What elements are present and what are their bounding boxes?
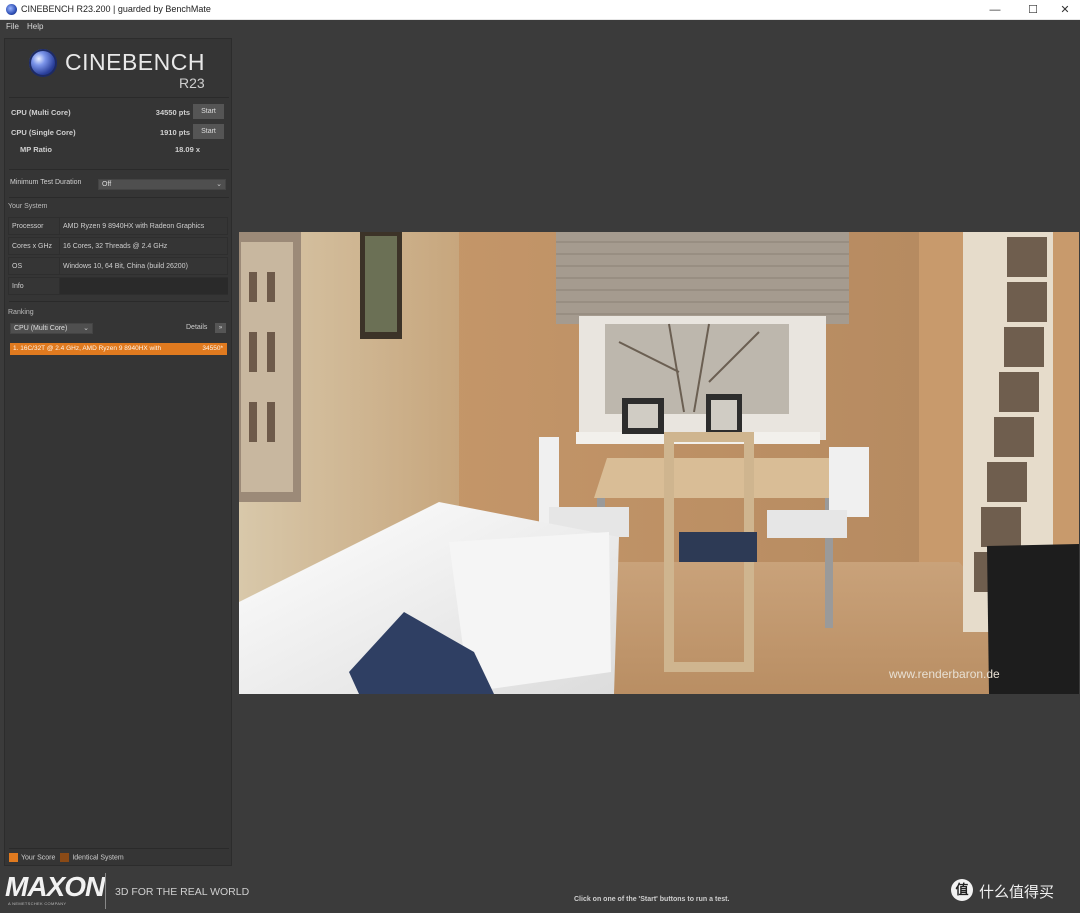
details-expand-button[interactable]: » [215, 323, 226, 333]
render-preview: www.renderbaron.de [239, 232, 1079, 694]
divider [9, 848, 229, 849]
system-key: OS [12, 263, 23, 270]
mp-ratio-value: 18.09 x [174, 145, 200, 154]
score-multi-label: CPU (Multi Core) [11, 108, 71, 117]
divider [9, 97, 229, 98]
your-system-title: Your System [8, 203, 48, 210]
divider [9, 301, 229, 302]
details-label[interactable]: Details [186, 324, 207, 331]
legend-your-score: Your Score [21, 854, 56, 862]
render-credit: www.renderbaron.de [888, 667, 1000, 681]
close-button[interactable]: ✕ [1048, 0, 1080, 20]
score-single-label: CPU (Single Core) [11, 128, 76, 137]
info-input[interactable] [59, 278, 228, 294]
divider [9, 197, 229, 198]
system-value: 16 Cores, 32 Threads @ 2.4 GHz [59, 238, 228, 254]
ranking-list-item[interactable]: 1. 16C/32T @ 2.4 GHz, AMD Ryzen 9 8940HX… [10, 343, 227, 355]
room-render-image: www.renderbaron.de [239, 232, 1079, 694]
system-value: Windows 10, 64 Bit, China (build 26200) [59, 258, 228, 274]
min-test-value: Off [102, 181, 112, 188]
system-row-cores: Cores x GHz 16 Cores, 32 Threads @ 2.4 G… [8, 237, 228, 255]
start-single-button[interactable]: Start [193, 124, 224, 139]
branding-divider [105, 873, 106, 909]
system-value: AMD Ryzen 9 8940HX with Radeon Graphics [59, 218, 228, 234]
divider [9, 169, 229, 170]
cinebench-app-icon [6, 4, 17, 15]
ranking-select-value: CPU (Multi Core) [14, 325, 68, 332]
window-titlebar: CINEBENCH R23.200 | guarded by BenchMate… [0, 0, 1080, 20]
ranking-select[interactable]: CPU (Multi Core) ⌄ [10, 323, 93, 334]
status-message: Click on one of the 'Start' buttons to r… [574, 896, 730, 903]
system-key: Processor [12, 223, 44, 230]
minimize-button[interactable]: — [978, 0, 1012, 20]
cinebench-orb-icon [29, 49, 57, 77]
left-panel: CINEBENCH R23 CPU (Multi Core) 34550 pts… [4, 38, 232, 866]
cinebench-logo: CINEBENCH R23 [5, 39, 231, 97]
your-score-swatch [9, 853, 18, 862]
logo-version: R23 [179, 75, 205, 91]
min-test-label: Minimum Test Duration [10, 179, 82, 186]
system-row-os: OS Windows 10, 64 Bit, China (build 2620… [8, 257, 228, 275]
score-multi-core: CPU (Multi Core) 34550 pts Start [10, 103, 228, 121]
maxon-subtitle: A NEMETSCHEK COMPANY [8, 901, 67, 906]
mp-ratio-label: MP Ratio [20, 145, 52, 154]
system-key: Info [12, 283, 24, 290]
legend: Your Score Identical System [9, 853, 124, 862]
min-test-select[interactable]: Off ⌄ [98, 179, 226, 190]
maxon-logo: MAXON [5, 871, 105, 902]
system-row-processor: Processor AMD Ryzen 9 8940HX with Radeon… [8, 217, 228, 235]
logo-name: CINEBENCH [65, 49, 205, 75]
start-multi-button[interactable]: Start [193, 104, 224, 119]
window-title: CINEBENCH R23.200 | guarded by BenchMate [21, 4, 211, 14]
maximize-button[interactable]: ☐ [1016, 0, 1050, 20]
menu-help[interactable]: Help [27, 22, 43, 31]
legend-identical-system: Identical System [72, 854, 124, 862]
watermark-icon: 值 [951, 879, 973, 901]
watermark-text: 什么值得买 [979, 884, 1055, 901]
system-row-info: Info [8, 277, 228, 295]
score-multi-value: 34550 pts [155, 108, 190, 117]
menu-file[interactable]: File [6, 22, 19, 31]
chevron-down-icon: ⌄ [83, 325, 89, 332]
ranking-title: Ranking [8, 309, 34, 316]
site-watermark: 值 什么值得买 [951, 879, 1076, 903]
chevron-down-icon: ⌄ [216, 181, 222, 188]
ranking-item-score: 34550* [202, 345, 223, 352]
maxon-tagline: 3D FOR THE REAL WORLD [115, 886, 250, 898]
identical-system-swatch [60, 853, 70, 862]
menu-bar: File Help [0, 20, 1080, 34]
score-single-value: 1910 pts [159, 128, 190, 137]
ranking-item-text: 1. 16C/32T @ 2.4 GHz, AMD Ryzen 9 8940HX… [13, 345, 162, 352]
system-key: Cores x GHz [12, 243, 53, 250]
score-single-core: CPU (Single Core) 1910 pts Start [10, 123, 228, 141]
score-mp-ratio: MP Ratio 18.09 x [10, 140, 228, 158]
